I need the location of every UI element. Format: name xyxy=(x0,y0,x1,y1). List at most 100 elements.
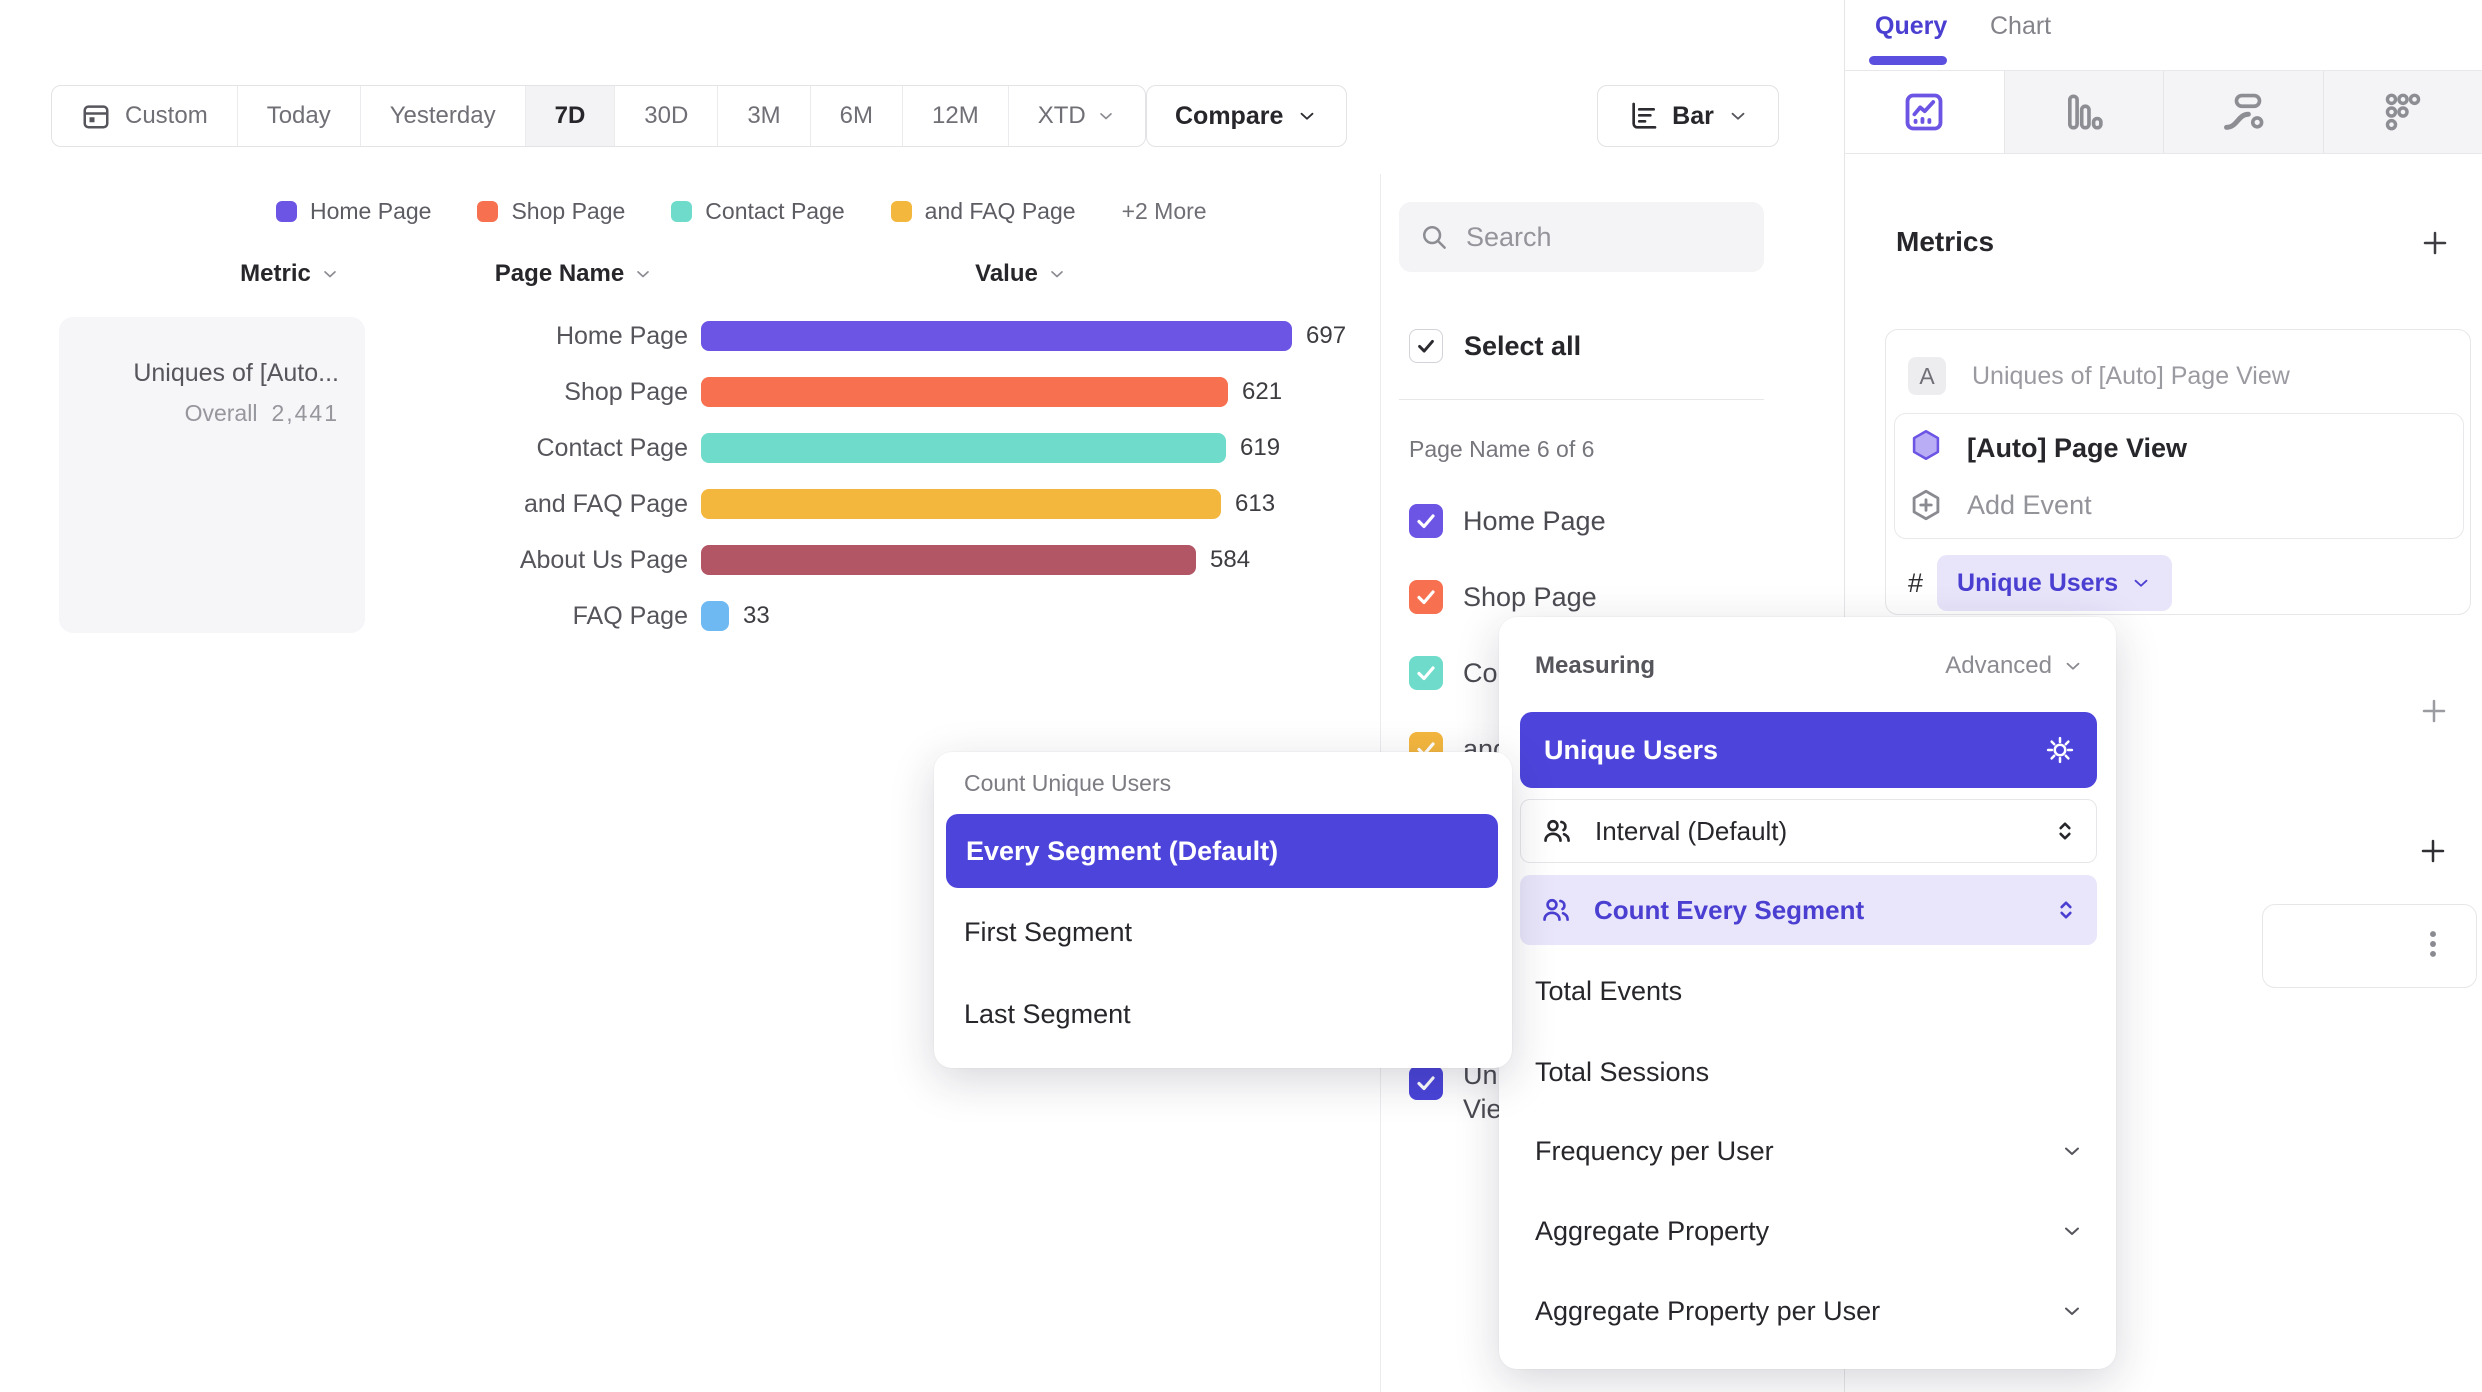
divider-horizontal xyxy=(1399,399,1764,400)
add-breakdown-button[interactable] xyxy=(2418,836,2448,866)
legend-label: Shop Page xyxy=(511,198,625,225)
count-option-last-segment[interactable]: Last Segment xyxy=(964,994,1131,1034)
date-range-label: Yesterday xyxy=(390,102,496,130)
bar-faq-page[interactable] xyxy=(701,601,729,631)
chevron-down-icon xyxy=(2060,1219,2084,1243)
date-range-3m[interactable]: 3M xyxy=(718,86,810,146)
add-event-button[interactable]: Add Event xyxy=(1909,488,2092,522)
select-all-checkbox[interactable] xyxy=(1409,329,1443,363)
search-box[interactable] xyxy=(1399,202,1764,272)
date-range-today[interactable]: Today xyxy=(238,86,361,146)
stepper-icon xyxy=(2053,897,2079,923)
measuring-option-aggregate-property-per-user[interactable]: Aggregate Property per User xyxy=(1535,1291,2084,1331)
date-range-12m[interactable]: 12M xyxy=(903,86,1009,146)
measuring-option-total-sessions[interactable]: Total Sessions xyxy=(1535,1052,2084,1092)
search-input[interactable] xyxy=(1466,222,1736,253)
hexagon-event-icon xyxy=(1909,428,1943,469)
count-option-label: Every Segment (Default) xyxy=(966,836,1278,867)
legend-more[interactable]: +2 More xyxy=(1122,198,1207,225)
select-all-row[interactable]: Select all xyxy=(1409,329,1581,363)
legend-swatch xyxy=(477,201,498,222)
advanced-label: Advanced xyxy=(1945,652,2052,680)
legend-item[interactable]: Contact Page xyxy=(671,198,844,225)
counting-method-pill[interactable]: Unique Users xyxy=(1937,555,2172,611)
people-icon xyxy=(1541,815,1573,847)
column-header-metric[interactable]: Metric xyxy=(225,260,355,288)
view-type-tabs xyxy=(1845,70,2482,154)
date-range-6m[interactable]: 6M xyxy=(811,86,903,146)
measuring-option-count-every-segment[interactable]: Count Every Segment xyxy=(1520,875,2097,945)
metric-card: A Uniques of [Auto] Page View [Auto] Pag… xyxy=(1885,329,2471,615)
legend-swatch xyxy=(891,201,912,222)
checkbox-checked[interactable] xyxy=(1409,656,1443,690)
date-range-toolbar: Custom Today Yesterday 7D30D3M6M12M XTD xyxy=(51,85,1146,147)
date-range-yesterday[interactable]: Yesterday xyxy=(361,86,526,146)
chevron-down-icon xyxy=(2060,1299,2084,1323)
chevron-down-icon xyxy=(633,264,653,284)
hash-icon: # xyxy=(1908,568,1923,599)
event-row[interactable]: [Auto] Page View xyxy=(1909,428,2187,469)
chevron-down-icon xyxy=(2130,572,2152,594)
checkbox-checked[interactable] xyxy=(1409,504,1443,538)
check-icon xyxy=(1415,335,1437,357)
funnel-icon xyxy=(2061,89,2107,135)
kebab-menu-icon[interactable] xyxy=(2416,927,2450,961)
measuring-option-selected[interactable]: Unique Users xyxy=(1520,712,2097,788)
metric-badge: A xyxy=(1908,357,1946,395)
legend-item[interactable]: Shop Page xyxy=(477,198,625,225)
metrics-heading: Metrics xyxy=(1896,226,1994,258)
date-range-label: Custom xyxy=(125,102,208,130)
advanced-dropdown[interactable]: Advanced xyxy=(1945,652,2084,680)
count-option-first-segment[interactable]: First Segment xyxy=(964,912,1132,952)
gear-icon[interactable] xyxy=(2045,735,2075,765)
bar-category-label: FAQ Page xyxy=(420,600,688,632)
check-icon xyxy=(1414,661,1438,685)
people-icon xyxy=(1540,894,1572,926)
bar-and-faq-page[interactable] xyxy=(701,489,1221,519)
column-header-page-name[interactable]: Page Name xyxy=(484,260,664,288)
view-tab-funnel[interactable] xyxy=(2004,71,2164,153)
view-tab-insights[interactable] xyxy=(1845,71,2004,153)
bar-contact-page[interactable] xyxy=(701,433,1226,463)
metric-summary-title: Uniques of [Auto... xyxy=(69,359,339,388)
column-header-value[interactable]: Value xyxy=(966,260,1076,288)
sidebar-item-shop-page[interactable]: Shop Page xyxy=(1409,580,1597,614)
sidebar-item-label: Shop Page xyxy=(1463,582,1597,613)
bar-home-page[interactable] xyxy=(701,321,1292,351)
measuring-title: Measuring xyxy=(1535,652,1655,680)
bar-value-label: 697 xyxy=(1306,321,1346,351)
measuring-option-label: Total Sessions xyxy=(1535,1057,1709,1088)
measuring-option-total-events[interactable]: Total Events xyxy=(1535,971,2084,1011)
check-icon xyxy=(1414,509,1438,533)
measuring-option-interval-default[interactable]: Interval (Default) xyxy=(1520,799,2097,863)
checkbox-checked[interactable] xyxy=(1409,580,1443,614)
legend-item[interactable]: and FAQ Page xyxy=(891,198,1076,225)
compare-label: Compare xyxy=(1175,102,1283,131)
measuring-option-frequency-per-user[interactable]: Frequency per User xyxy=(1535,1131,2084,1171)
bar-shop-page[interactable] xyxy=(701,377,1228,407)
bar-category-label: Contact Page xyxy=(420,432,688,464)
date-range-xtd[interactable]: XTD xyxy=(1009,86,1145,146)
bar-value-label: 33 xyxy=(743,601,770,631)
bar-about-us-page[interactable] xyxy=(701,545,1196,575)
legend-item[interactable]: Home Page xyxy=(276,198,431,225)
view-tab-retention[interactable] xyxy=(2323,71,2482,153)
tab-chart[interactable]: Chart xyxy=(1990,12,2051,41)
date-range-custom[interactable]: Custom xyxy=(52,86,238,146)
metric-card-title: Uniques of [Auto] Page View xyxy=(1972,362,2290,391)
date-range-label: XTD xyxy=(1038,102,1086,130)
legend-label: Home Page xyxy=(310,198,431,225)
sidebar-item-home-page[interactable]: Home Page xyxy=(1409,504,1606,538)
date-range-30d[interactable]: 30D xyxy=(615,86,718,146)
count-option-selected[interactable]: Every Segment (Default) xyxy=(946,814,1498,888)
compare-button[interactable]: Compare xyxy=(1146,85,1347,147)
measuring-option-aggregate-property[interactable]: Aggregate Property xyxy=(1535,1211,2084,1251)
checkbox-checked[interactable] xyxy=(1409,1066,1443,1100)
tab-query[interactable]: Query xyxy=(1875,12,1947,41)
add-metric-button[interactable] xyxy=(2420,228,2450,258)
view-tab-flow[interactable] xyxy=(2163,71,2323,153)
chevron-down-icon xyxy=(1096,106,1116,126)
add-filter-button[interactable] xyxy=(2419,696,2449,726)
chart-type-button[interactable]: Bar xyxy=(1597,85,1779,147)
date-range-7d[interactable]: 7D xyxy=(526,86,616,146)
